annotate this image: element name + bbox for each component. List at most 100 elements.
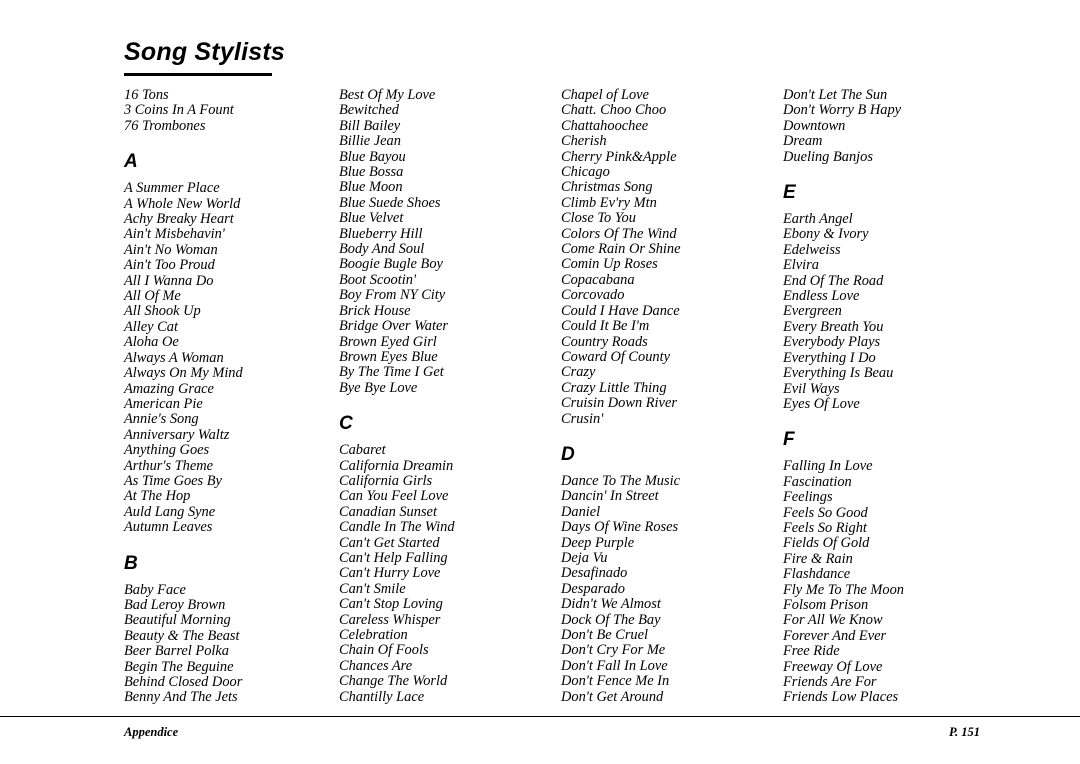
song-entry: Celebration: [339, 627, 408, 643]
song-entry: Earth Angel: [783, 211, 853, 228]
song-entry: Don't Be Cruel: [561, 627, 649, 643]
song-entry: Baby Face: [124, 581, 186, 598]
song-entry: Change The World: [339, 673, 448, 690]
song-entry: Eyes Of Love: [783, 395, 860, 412]
song-entry: As Time Goes By: [124, 472, 222, 489]
song-entry: Auld Lang Syne: [124, 503, 216, 520]
song-entry: Coward Of County: [561, 348, 671, 365]
song-entry: Anniversary Waltz: [124, 426, 230, 443]
song-entry: Chattahoochee: [561, 117, 649, 134]
song-entry: 76 Trombones: [124, 117, 206, 134]
song-entry: Chatt. Choo Choo: [561, 102, 667, 119]
song-entry: Cabaret: [339, 442, 386, 459]
song-entry: Always A Woman: [124, 349, 224, 366]
song-entry: Blue Velvet: [339, 210, 404, 227]
song-entry: 16 Tons: [124, 87, 169, 103]
song-entry: Comin Up Roses: [561, 256, 658, 273]
song-entry: Free Ride: [783, 643, 840, 660]
song-entry: Aloha Oe: [124, 334, 179, 351]
song-entry: Endless Love: [783, 288, 860, 305]
song-entry: Country Roads: [561, 333, 648, 350]
song-entry: Forever And Ever: [783, 627, 887, 644]
song-entry: Anything Goes: [124, 442, 210, 459]
song-entry: Feels So Right: [783, 519, 867, 536]
song-entry: Cruisin Down River: [561, 395, 677, 412]
song-entry: Downtown: [783, 117, 846, 134]
song-entry: Dock Of The Bay: [561, 611, 661, 628]
song-entry: Evil Ways: [783, 380, 840, 397]
song-entry: Crazy Little Thing: [561, 379, 667, 396]
song-entry: Bye Bye Love: [339, 379, 418, 396]
song-entry: Don't Get Around: [561, 688, 664, 705]
song-entry: Days Of Wine Roses: [561, 519, 679, 536]
song-entry: Ain't No Woman: [124, 241, 218, 258]
song-entry: Beer Barrel Polka: [124, 643, 229, 660]
song-entry: Elvira: [783, 257, 819, 274]
song-entry: Brick House: [339, 302, 411, 319]
song-entry: Boogie Bugle Boy: [339, 256, 443, 273]
song-entry: Amazing Grace: [124, 380, 214, 397]
song-entry: Best Of My Love: [339, 87, 436, 103]
song-entry: Come Rain Or Shine: [561, 241, 681, 258]
song-entry: Fascination: [783, 473, 852, 490]
song-entry: Chain Of Fools: [339, 642, 429, 659]
song-entry: Chapel of Love: [561, 87, 649, 103]
song-entry: Corcovado: [561, 287, 625, 304]
song-column-3: Chapel of Love Chatt. Choo Choo Chattahooc…: [561, 87, 783, 706]
song-entry: Blue Suede Shoes: [339, 194, 441, 211]
song-entry: Boot Scootin': [339, 271, 417, 288]
song-entry: Desafinado: [561, 565, 628, 582]
song-entry: Ebony & Ivory: [783, 226, 869, 243]
song-entry: Feelings: [783, 489, 833, 506]
song-entry: Ain't Misbehavin': [124, 226, 225, 243]
song-column-1: 16 Tons 3 Coins In A Fount 76 Trombones A A …: [124, 87, 339, 706]
song-entry: Climb Ev'ry Mtn: [561, 194, 657, 211]
song-entry: Can't Get Started: [339, 534, 440, 551]
song-columns: 16 Tons 3 Coins In A Fount 76 Trombones A A …: [124, 87, 984, 706]
song-entry: Crusin': [561, 410, 604, 427]
page-title-block: Song Stylists: [124, 38, 444, 76]
song-entry: Can't Stop Loving: [339, 596, 443, 613]
song-entry: Friends Are For: [783, 674, 877, 690]
song-entry: Arthur's Theme: [124, 457, 214, 474]
song-entry: California Dreamin: [339, 457, 454, 474]
song-entry: Fields Of Gold: [783, 535, 870, 552]
song-entry: Achy Breaky Heart: [124, 211, 234, 228]
letter-heading-d: D: [561, 443, 575, 465]
song-entry: At The Hop: [124, 488, 191, 505]
letter-heading-a: A: [124, 151, 138, 173]
song-entry: Benny And The Jets: [124, 689, 238, 706]
song-entry: Always On My Mind: [124, 365, 243, 382]
song-entry: Brown Eyes Blue: [339, 348, 438, 365]
song-entry: Crazy: [561, 364, 596, 381]
letter-heading-e: E: [783, 182, 796, 204]
song-entry: Don't Worry B Hapy: [783, 102, 902, 119]
song-entry: Body And Soul: [339, 241, 425, 258]
song-entry: Boy From NY City: [339, 287, 446, 304]
song-entry: Don't Cry For Me: [561, 642, 666, 659]
song-entry: Everything Is Beau: [783, 365, 894, 382]
song-entry: Dream: [783, 133, 823, 150]
song-entry: Deja Vu: [561, 549, 608, 566]
song-entry: Falling In Love: [783, 458, 873, 475]
song-entry: Bridge Over Water: [339, 318, 448, 335]
song-entry: End Of The Road: [783, 272, 884, 289]
song-entry: Everything I Do: [783, 349, 876, 366]
song-entry: Close To You: [561, 210, 636, 227]
song-column-2: Best Of My Love Bewitched Bill Bailey Billi…: [339, 87, 561, 706]
footer-divider: [0, 716, 1080, 717]
song-entry: Feels So Good: [783, 504, 868, 521]
song-entry: Could It Be I'm: [561, 318, 650, 335]
song-entry: Beautiful Morning: [124, 612, 231, 629]
song-stylists-page: Song Stylists 16 Tons 3 Coins In A Fount 7…: [0, 0, 1080, 764]
song-entry: All Of Me: [124, 288, 181, 305]
song-entry: Chantilly Lace: [339, 688, 425, 705]
song-entry: Beauty & The Beast: [124, 627, 240, 644]
song-entry: Folsom Prison: [783, 596, 869, 613]
song-entry: Friends Low Places: [783, 689, 899, 706]
song-entry: 3 Coins In A Fount: [124, 102, 234, 119]
song-entry: Bill Bailey: [339, 117, 401, 134]
song-entry: Dance To The Music: [561, 472, 680, 489]
song-entry: American Pie: [124, 395, 203, 412]
song-entry: Fly Me To The Moon: [783, 581, 904, 598]
